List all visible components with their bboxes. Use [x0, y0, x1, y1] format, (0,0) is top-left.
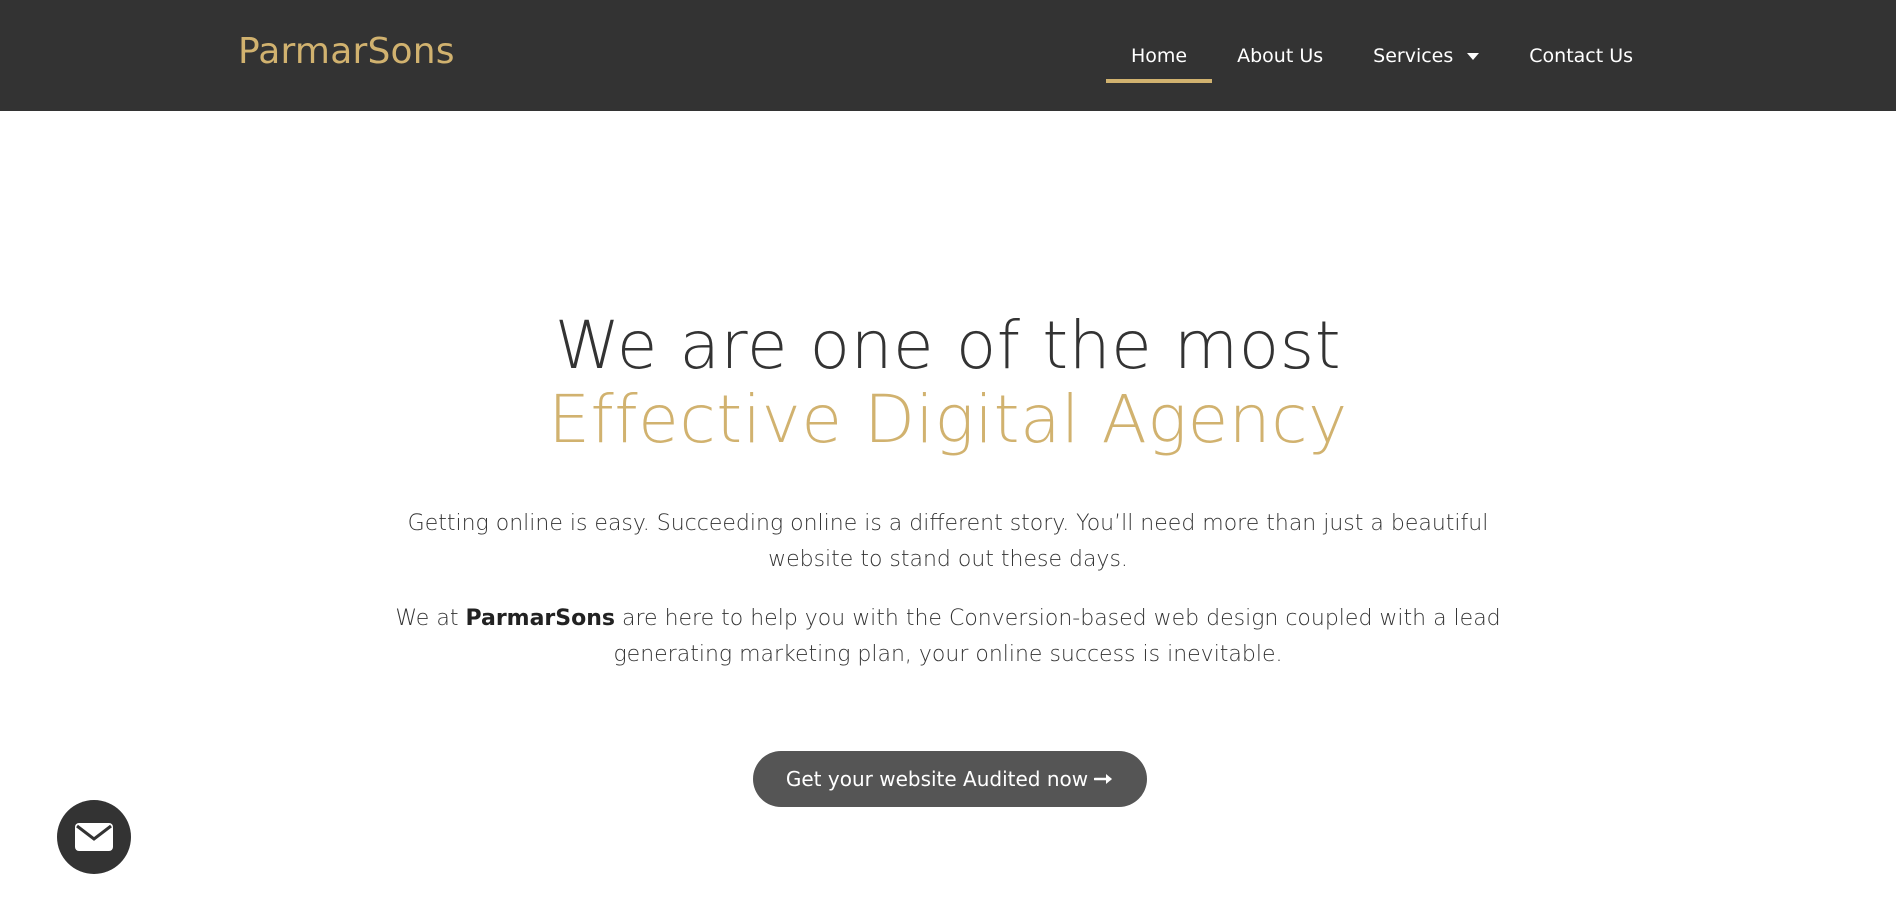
nav-item-about-us[interactable]: About Us: [1212, 0, 1348, 111]
main-nav: Home About Us Services Contact Us: [1106, 0, 1658, 111]
paragraph-prefix: We at: [395, 606, 466, 631]
nav-item-label: About Us: [1237, 44, 1324, 67]
hero-paragraph-1: Getting online is easy. Succeeding onlin…: [407, 511, 1489, 572]
hero-headline-line1: We are one of the most: [554, 307, 1342, 384]
paragraph-brand: ParmarSons: [465, 606, 616, 631]
nav-item-contact-us[interactable]: Contact Us: [1504, 0, 1658, 111]
envelope-icon: [75, 823, 113, 851]
hero-section: We are one of the most Effective Digital…: [0, 111, 1896, 904]
email-contact-button[interactable]: [57, 800, 131, 874]
site-header: ParmarSons Home About Us Services Contac…: [0, 0, 1896, 111]
nav-item-services[interactable]: Services: [1348, 0, 1504, 111]
nav-item-label: Services: [1373, 44, 1454, 67]
nav-item-label: Contact Us: [1529, 44, 1634, 67]
caret-down-icon: [1467, 53, 1480, 60]
audit-cta-button[interactable]: Get your website Audited now: [753, 751, 1147, 807]
brand-logo[interactable]: ParmarSons: [238, 31, 455, 72]
paragraph-suffix: are here to help you with the Conversion…: [613, 606, 1501, 667]
hero-headline-line2: Effective Digital Agency: [548, 381, 1348, 458]
hero-paragraph-2: We at ParmarSons are here to help you wi…: [383, 601, 1513, 673]
nav-item-home[interactable]: Home: [1106, 0, 1213, 111]
nav-item-label: Home: [1131, 44, 1188, 67]
cta-label: Get your website Audited now: [785, 767, 1089, 791]
long-arrow-right-icon: [1093, 767, 1114, 791]
